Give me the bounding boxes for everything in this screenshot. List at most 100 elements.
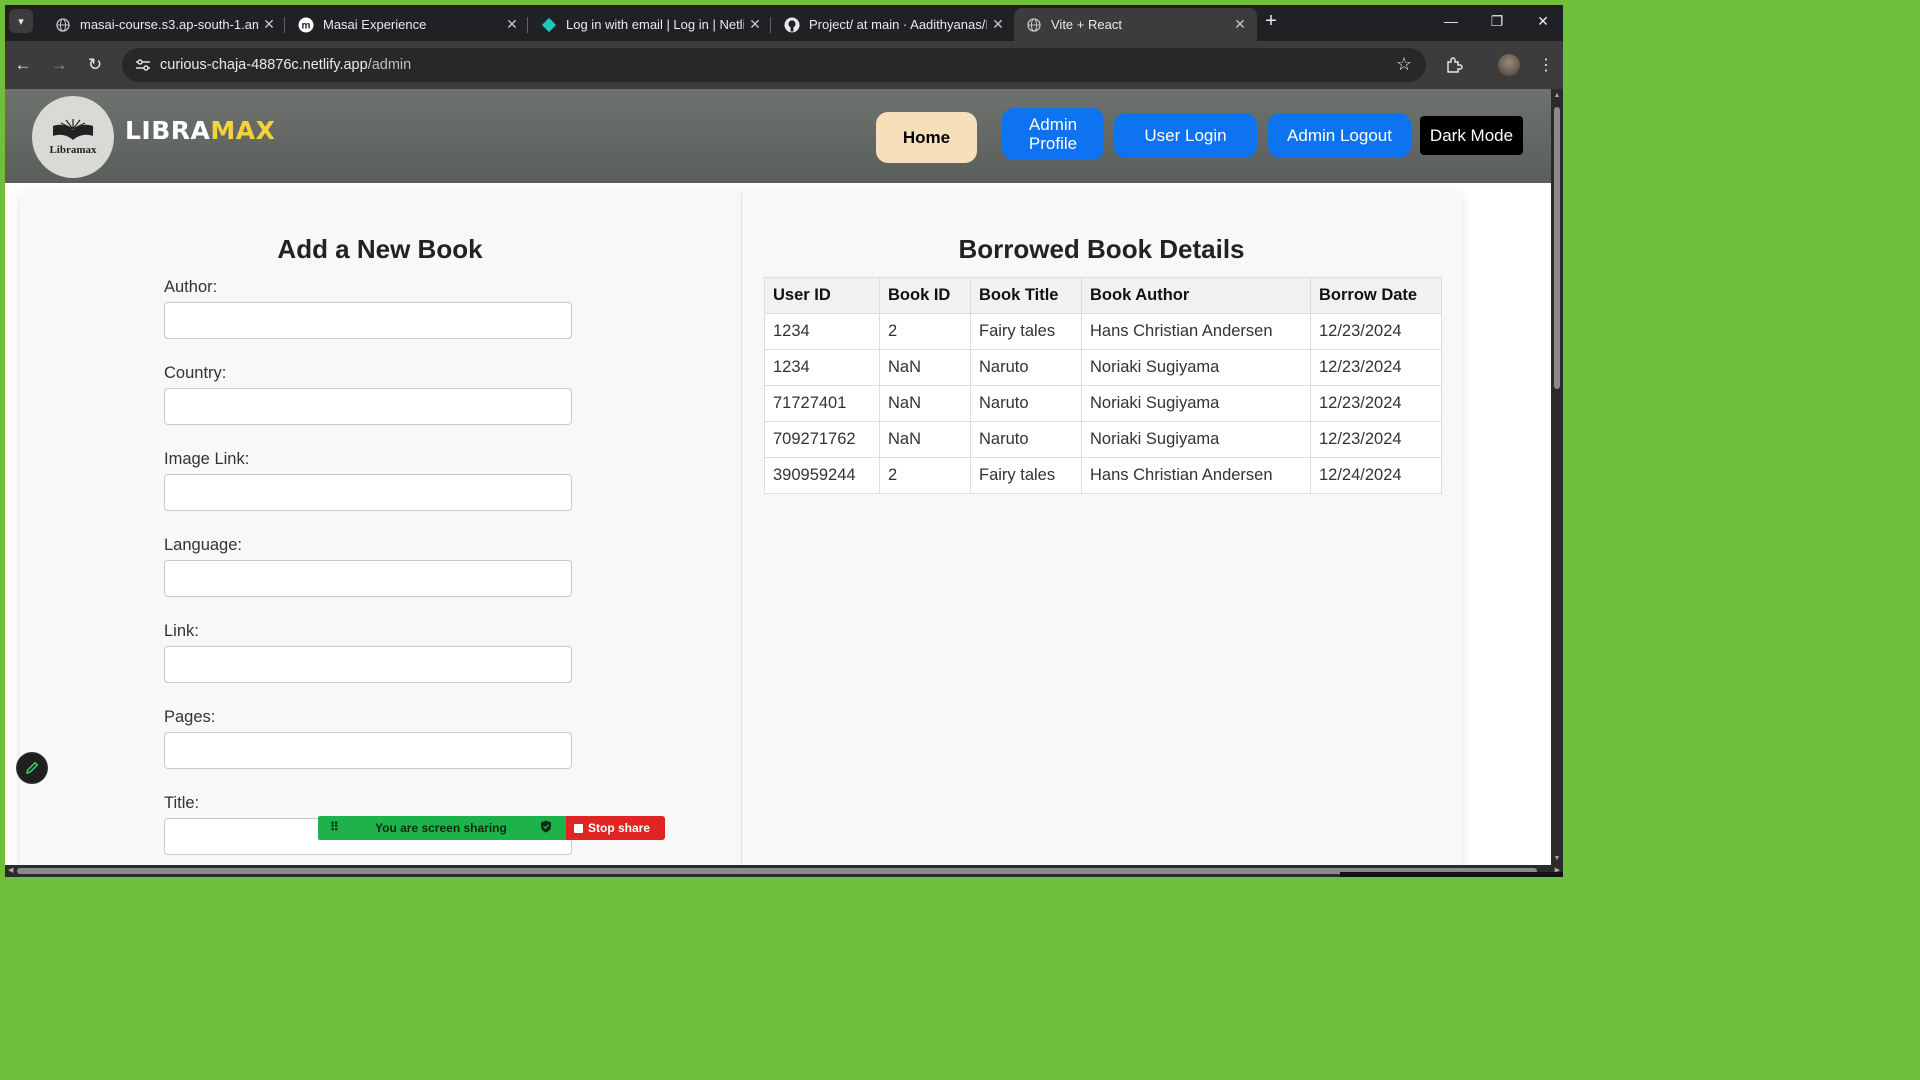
book-author-cell: Noriaki Sugiyama xyxy=(1081,385,1311,422)
screen-share-message: You are screen sharing xyxy=(375,821,507,835)
tab-netlify-login[interactable]: Log in with email | Log in | Netli ✕ xyxy=(529,8,772,41)
title-label: Title: xyxy=(164,794,200,812)
language-label: Language: xyxy=(164,536,242,554)
tab-github-project[interactable]: Project/ at main · Aadithyanas/I ✕ xyxy=(772,8,1015,41)
stop-share-button[interactable]: Stop share xyxy=(566,816,665,840)
site-info-icon[interactable] xyxy=(134,56,152,74)
open-book-icon xyxy=(53,119,93,140)
vertical-scroll-thumb[interactable] xyxy=(1554,107,1560,389)
tab-search-button[interactable]: ▾ xyxy=(9,9,33,33)
dark-mode-button[interactable]: Dark Mode xyxy=(1420,116,1523,155)
user-id-cell: 390959244 xyxy=(764,457,880,494)
netlify-icon xyxy=(541,17,557,33)
admin-content: Add a New Book Author: Country: Image Li… xyxy=(20,193,1462,865)
admin-logout-button[interactable]: Admin Logout xyxy=(1268,113,1411,158)
web-page: Libramax LIBRAMAX Home Admin Profile Use… xyxy=(5,89,1551,865)
close-tab-icon[interactable]: ✕ xyxy=(501,16,523,33)
new-tab-button[interactable]: + xyxy=(1259,9,1283,33)
tab-title: Log in with email | Log in | Netli xyxy=(566,17,744,32)
horizontal-scroll-thumb[interactable] xyxy=(17,868,1537,874)
country-label: Country: xyxy=(164,364,227,382)
back-button[interactable]: ← xyxy=(11,53,35,77)
link-input[interactable] xyxy=(164,646,572,683)
book-title-cell: Naruto xyxy=(970,421,1082,458)
book-id-cell: 2 xyxy=(879,457,971,494)
drag-handle-icon[interactable]: ⠿ xyxy=(330,820,339,834)
book-title-cell: Naruto xyxy=(970,385,1082,422)
tab-masai-experience[interactable]: m Masai Experience ✕ xyxy=(286,8,529,41)
forward-button[interactable]: → xyxy=(47,53,71,77)
book-id-cell: NaN xyxy=(879,385,971,422)
tab-title: Vite + React xyxy=(1051,17,1122,32)
author-input[interactable] xyxy=(164,302,572,339)
reload-button[interactable]: ↻ xyxy=(83,53,107,77)
logo-text: Libramax xyxy=(49,144,97,156)
profile-avatar[interactable] xyxy=(1498,54,1520,76)
country-input[interactable] xyxy=(164,388,572,425)
column-header: Borrow Date xyxy=(1310,277,1442,314)
user-id-cell: 1234 xyxy=(764,313,880,350)
browser-menu-icon[interactable]: ⋮ xyxy=(1534,53,1558,77)
minimize-button[interactable]: — xyxy=(1428,7,1474,35)
tab-masai-course[interactable]: masai-course.s3.ap-south-1.am ✕ xyxy=(43,8,286,41)
book-author-cell: Hans Christian Andersen xyxy=(1081,313,1311,350)
borrow-date-cell: 12/24/2024 xyxy=(1310,457,1442,494)
user-login-button[interactable]: User Login xyxy=(1114,113,1257,158)
column-header: Book Title xyxy=(970,277,1082,314)
book-author-cell: Noriaki Sugiyama xyxy=(1081,421,1311,458)
language-input[interactable] xyxy=(164,560,572,597)
image-link-label: Image Link: xyxy=(164,450,250,468)
user-id-cell: 1234 xyxy=(764,349,880,386)
book-title-cell: Fairy tales xyxy=(970,457,1082,494)
browser-window: ▾ masai-course.s3.ap-south-1.am ✕ m Masa… xyxy=(5,5,1563,877)
annotate-pen-button[interactable] xyxy=(16,752,48,784)
address-bar[interactable]: curious-chaja-48876c.netlify.app/admin ☆ xyxy=(122,48,1426,82)
horizontal-scrollbar[interactable]: ◀ ▶ xyxy=(5,865,1563,877)
stop-share-label: Stop share xyxy=(588,821,651,835)
home-button[interactable]: Home xyxy=(876,112,977,163)
close-tab-icon[interactable]: ✕ xyxy=(1229,16,1251,33)
borrow-date-cell: 12/23/2024 xyxy=(1310,421,1442,458)
table-header-row: User ID Book ID Book Title Book Author B… xyxy=(764,277,1442,314)
tab-title: Masai Experience xyxy=(323,17,427,32)
table-row: 390959244 2 Fairy tales Hans Christian A… xyxy=(764,457,1442,494)
borrowed-heading: Borrowed Book Details xyxy=(958,234,1245,264)
tab-title: Project/ at main · Aadithyanas/I xyxy=(809,17,987,32)
borrow-date-cell: 12/23/2024 xyxy=(1310,385,1442,422)
add-book-heading: Add a New Book xyxy=(277,234,483,264)
pencil-icon xyxy=(25,761,39,775)
extensions-icon[interactable] xyxy=(1442,53,1466,77)
column-header: Book Author xyxy=(1081,277,1311,314)
user-id-cell: 709271762 xyxy=(764,421,880,458)
close-tab-icon[interactable]: ✕ xyxy=(258,16,280,33)
restore-button[interactable]: ❐ xyxy=(1474,7,1520,35)
screen-share-banner: ⠿ You are screen sharing Stop share xyxy=(318,816,665,840)
link-label: Link: xyxy=(164,622,199,640)
table-row: 1234 NaN Naruto Noriaki Sugiyama 12/23/2… xyxy=(764,349,1442,386)
admin-profile-button[interactable]: Admin Profile xyxy=(1002,108,1104,160)
column-header: User ID xyxy=(764,277,880,314)
screen-share-status[interactable]: ⠿ You are screen sharing xyxy=(318,816,566,840)
book-title-cell: Fairy tales xyxy=(970,313,1082,350)
pages-input[interactable] xyxy=(164,732,572,769)
brand-name: LIBRAMAX xyxy=(125,116,276,145)
github-icon xyxy=(784,17,800,33)
author-label: Author: xyxy=(164,278,218,296)
shield-check-icon xyxy=(540,820,552,836)
image-link-input[interactable] xyxy=(164,474,572,511)
libramax-logo[interactable]: Libramax xyxy=(32,96,114,178)
book-author-cell: Noriaki Sugiyama xyxy=(1081,349,1311,386)
table-row: 1234 2 Fairy tales Hans Christian Anders… xyxy=(764,313,1442,350)
add-book-form: Add a New Book Author: Country: Image Li… xyxy=(20,193,740,865)
close-tab-icon[interactable]: ✕ xyxy=(744,16,766,33)
bookmark-star-icon[interactable]: ☆ xyxy=(1396,54,1412,75)
globe-icon xyxy=(55,17,71,33)
stop-icon xyxy=(574,823,583,833)
svg-text:m: m xyxy=(302,20,311,31)
tab-vite-react[interactable]: Vite + React ✕ xyxy=(1014,8,1257,41)
globe-icon xyxy=(1026,17,1042,33)
close-tab-icon[interactable]: ✕ xyxy=(987,16,1009,33)
vertical-scrollbar[interactable]: ▲ ▼ xyxy=(1551,89,1563,865)
close-window-button[interactable]: ✕ xyxy=(1520,7,1563,35)
masai-logo-icon: m xyxy=(298,17,314,33)
